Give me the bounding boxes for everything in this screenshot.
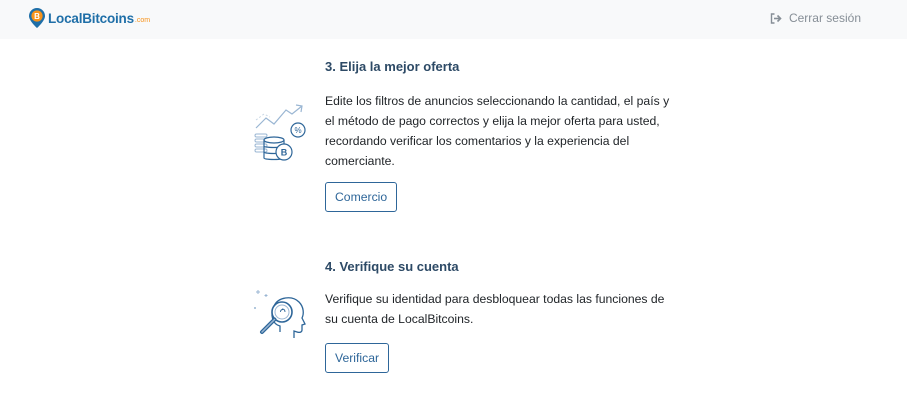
logout-link[interactable]: Cerrar sesión [770, 11, 861, 25]
step-title: 4. Verifique su cuenta [325, 259, 459, 274]
sign-out-icon [770, 12, 782, 24]
step-verify-account: 4. Verifique su cuenta Verifique su iden… [252, 250, 672, 380]
step-description: Edite los filtros de anuncios selecciona… [325, 94, 670, 168]
top-navbar: B LocalBitcoins .com Cerrar sesión [0, 0, 907, 39]
svg-text:B: B [34, 12, 40, 21]
trade-button[interactable]: Comercio [325, 182, 398, 212]
step-best-offer: % B 3. Elija la mejor oferta Edite los f… [252, 50, 672, 220]
step-description: Verifique su identidad para desbloquear … [325, 292, 665, 326]
verify-button[interactable]: Verificar [325, 343, 390, 373]
identity-magnifier-icon [254, 290, 306, 338]
coins-chart-icon: % B [254, 104, 306, 161]
svg-text:B: B [281, 148, 288, 158]
bitcoin-pin-icon: B [29, 8, 45, 28]
logo-text: LocalBitcoins [48, 10, 134, 26]
localbitcoins-logo[interactable]: B LocalBitcoins .com [28, 6, 150, 30]
svg-text:%: % [294, 126, 301, 135]
logo-suffix: .com [134, 17, 151, 24]
logout-label: Cerrar sesión [788, 11, 861, 25]
step-title: 3. Elija la mejor oferta [325, 59, 460, 74]
